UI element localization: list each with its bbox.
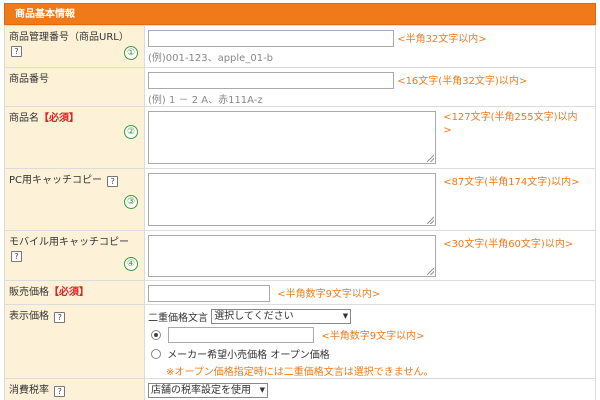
manage-id-input[interactable] — [148, 30, 394, 47]
help-icon[interactable]: ? — [54, 386, 66, 397]
manage-id-label: 商品管理番号（商品URL） — [9, 32, 129, 43]
pc-catch-label: PC用キャッチコピー — [9, 175, 103, 186]
label-cell-pc-catch: PC用キャッチコピー ? ③ — [4, 168, 145, 231]
mobile-catch-hint: <30文字(半角60文字)以内> — [443, 239, 574, 250]
row-display-price: 表示価格 ? 二重価格文言 選択してください ▼ <半角数字9文字以内> メーカー… — [4, 304, 596, 379]
help-icon[interactable]: ? — [11, 251, 22, 262]
price-input[interactable] — [148, 285, 270, 302]
label-cell-tax: 消費税率 ? — [4, 378, 145, 400]
field-cell-pc-catch: <87文字(半角174文字)以内> — [144, 168, 596, 231]
item-number-example: (例) 1 － 2 A、赤111A-z — [148, 95, 263, 106]
chevron-down-icon: ▼ — [259, 386, 265, 394]
item-number-input[interactable] — [148, 72, 394, 89]
tax-select[interactable]: 店舗の税率設定を使用 ▼ — [148, 383, 268, 398]
field-cell-mobile-catch: <30文字(半角60文字)以内> — [144, 230, 596, 281]
display-price-input[interactable] — [168, 327, 315, 343]
display-price-hint: <半角数字9文字以内> — [321, 331, 425, 342]
chevron-down-icon: ▼ — [342, 312, 349, 320]
help-icon[interactable]: ? — [107, 176, 119, 187]
circle-number-4: ④ — [124, 257, 138, 271]
field-cell-price: <半角数字9文字以内> — [144, 280, 596, 305]
item-name-textarea[interactable] — [148, 111, 436, 164]
manage-id-example: (例)001-123、apple_01-b — [148, 53, 274, 64]
help-icon[interactable]: ? — [11, 46, 22, 57]
row-item-number: 商品番号 <16文字(半角32文字)以内> (例) 1 － 2 A、赤111A-… — [4, 67, 596, 107]
section-header: 商品基本情報 — [4, 3, 596, 25]
maker-price-radio[interactable] — [151, 349, 161, 359]
dual-price-label: 二重価格文言 — [148, 313, 208, 324]
label-cell-item-number: 商品番号 — [4, 67, 145, 107]
maker-price-label: メーカー希望小売価格 オープン価格 — [167, 350, 330, 361]
row-pc-catch: PC用キャッチコピー ? ③ <87文字(半角174文字)以内> — [4, 168, 596, 231]
field-cell-display-price: 二重価格文言 選択してください ▼ <半角数字9文字以内> メーカー希望小売価格 … — [144, 304, 596, 379]
resize-grip-icon[interactable] — [427, 217, 434, 224]
row-mobile-catch: モバイル用キャッチコピー ? ④ <30文字(半角60文字)以内> — [4, 230, 596, 281]
row-tax: 消費税率 ? 店舗の税率設定を使用 ▼ — [4, 378, 596, 400]
mobile-catch-textarea[interactable] — [148, 235, 436, 277]
row-item-name: 商品名【必須】 ② <127文字(半角255文字)以内> — [4, 106, 596, 169]
required-badge: 【必須】 — [49, 287, 89, 298]
item-name-label: 商品名 — [9, 113, 39, 124]
display-price-label: 表示価格 — [9, 311, 49, 322]
row-price: 販売価格【必須】 <半角数字9文字以内> — [4, 280, 596, 305]
price-hint: <半角数字9文字以内> — [277, 289, 381, 300]
price-radio[interactable] — [151, 330, 161, 340]
pc-catch-hint: <87文字(半角174文字)以内> — [443, 177, 580, 188]
form-table: 商品管理番号（商品URL） ? ① <半角32文字以内> (例)001-123、… — [4, 25, 596, 400]
circle-number-2: ② — [124, 125, 138, 139]
item-number-label: 商品番号 — [9, 74, 49, 85]
field-cell-item-number: <16文字(半角32文字)以内> (例) 1 － 2 A、赤111A-z — [144, 67, 596, 107]
tax-select-value: 店舗の税率設定を使用 — [151, 385, 251, 396]
field-cell-item-name: <127文字(半角255文字)以内> — [144, 106, 596, 169]
pc-catch-textarea[interactable] — [148, 173, 436, 226]
item-number-hint: <16文字(半角32文字)以内> — [397, 76, 528, 87]
item-name-hint: <127文字(半角255文字)以内> — [443, 112, 578, 136]
price-value-line: <半角数字9文字以内> — [148, 327, 595, 343]
resize-grip-icon[interactable] — [427, 155, 434, 162]
dual-price-select-value: 選択してください — [214, 311, 294, 322]
circle-number-1: ① — [124, 46, 138, 60]
field-cell-manage-id: <半角32文字以内> (例)001-123、apple_01-b — [144, 25, 596, 68]
label-cell-mobile-catch: モバイル用キャッチコピー ? ④ — [4, 230, 145, 281]
label-cell-display-price: 表示価格 ? — [4, 304, 145, 379]
product-form: 商品基本情報 商品管理番号（商品URL） ? ① <半角32文字以内> (例)0… — [0, 0, 600, 400]
resize-grip-icon[interactable] — [427, 268, 434, 275]
field-cell-tax: 店舗の税率設定を使用 ▼ — [144, 378, 596, 400]
label-cell-item-name: 商品名【必須】 ② — [4, 106, 145, 169]
dual-price-select[interactable]: 選択してください ▼ — [211, 309, 352, 324]
row-manage-id: 商品管理番号（商品URL） ? ① <半角32文字以内> (例)001-123、… — [4, 25, 596, 68]
open-price-warning: ※オープン価格指定時には二重価格文言は選択できません。 — [166, 367, 434, 378]
maker-price-line: メーカー希望小売価格 オープン価格 — [148, 346, 595, 361]
price-label: 販売価格 — [9, 287, 49, 298]
dual-price-line: 二重価格文言 選択してください ▼ — [148, 309, 595, 324]
help-icon[interactable]: ? — [54, 312, 66, 323]
label-cell-price: 販売価格【必須】 — [4, 280, 145, 305]
required-badge: 【必須】 — [39, 113, 79, 124]
tax-label: 消費税率 — [9, 385, 49, 396]
mobile-catch-label: モバイル用キャッチコピー — [9, 237, 129, 248]
manage-id-hint: <半角32文字以内> — [397, 34, 487, 45]
circle-number-3: ③ — [124, 195, 138, 209]
label-cell-manage-id: 商品管理番号（商品URL） ? ① — [4, 25, 145, 68]
